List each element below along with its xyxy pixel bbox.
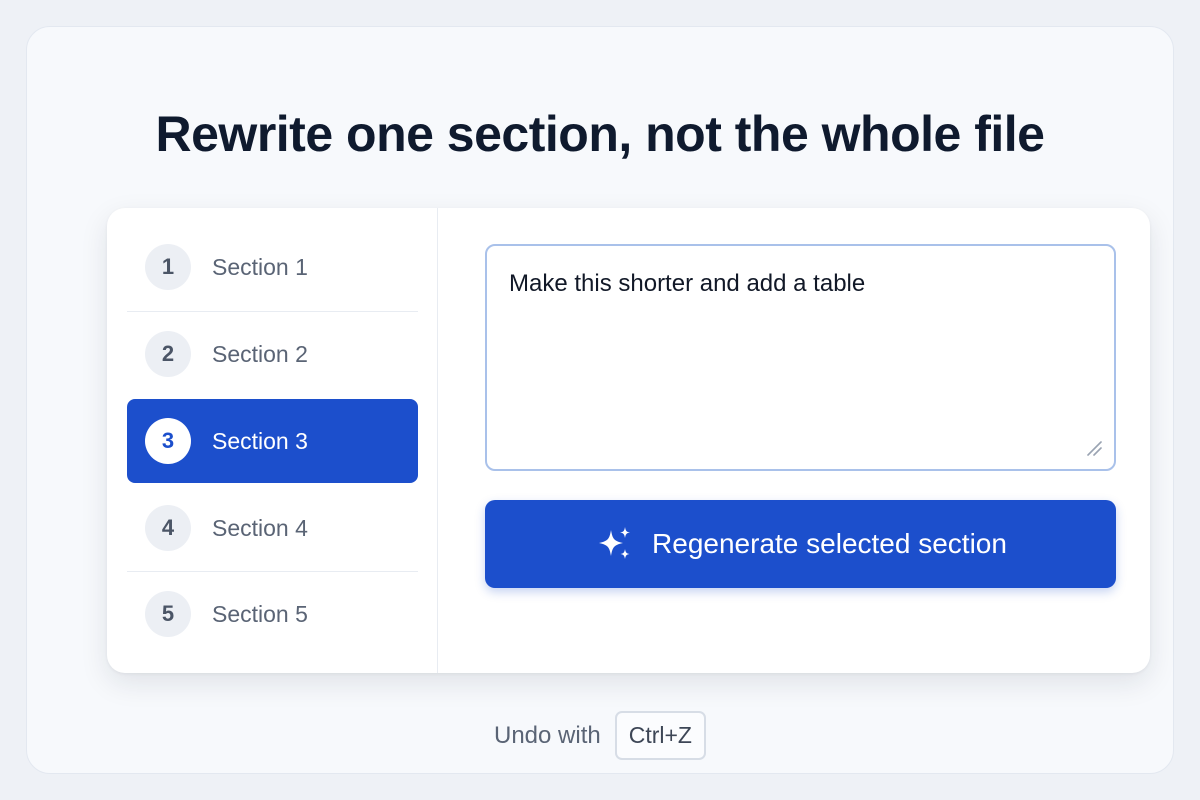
page-title: Rewrite one section, not the whole file (155, 106, 1045, 162)
resize-handle-icon[interactable] (1084, 438, 1102, 456)
section-label: Section 4 (212, 514, 308, 541)
editor-panel: 1 Section 1 2 Section 2 3 Section 3 4 Se… (107, 208, 1150, 673)
app-frame: Rewrite one section, not the whole file … (26, 26, 1174, 774)
section-item-4[interactable]: 4 Section 4 (127, 486, 418, 570)
section-number-badge: 4 (145, 505, 191, 551)
section-label: Section 1 (212, 253, 308, 280)
regenerate-button-label: Regenerate selected section (652, 528, 1007, 559)
section-number-badge: 5 (145, 591, 191, 637)
section-list: 1 Section 1 2 Section 2 3 Section 3 4 Se… (107, 208, 438, 673)
section-number-badge: 2 (145, 331, 191, 377)
keyboard-shortcut-badge: Ctrl+Z (614, 711, 706, 760)
undo-hint: Undo with Ctrl+Z (27, 711, 1173, 760)
undo-hint-text: Undo with (494, 721, 601, 749)
section-number-badge: 1 (145, 244, 191, 290)
section-label: Section 2 (212, 340, 308, 367)
section-label: Section 5 (212, 600, 308, 627)
section-label: Section 3 (212, 427, 308, 454)
section-item-3[interactable]: 3 Section 3 (127, 399, 418, 483)
section-number-badge: 3 (145, 418, 191, 464)
section-item-1[interactable]: 1 Section 1 (127, 225, 418, 309)
section-item-5[interactable]: 5 Section 5 (127, 572, 418, 656)
regenerate-button[interactable]: Regenerate selected section (485, 500, 1116, 588)
sparkles-icon (599, 527, 631, 559)
section-item-2[interactable]: 2 Section 2 (127, 312, 418, 396)
prompt-input[interactable]: Make this shorter and add a table (485, 244, 1116, 471)
